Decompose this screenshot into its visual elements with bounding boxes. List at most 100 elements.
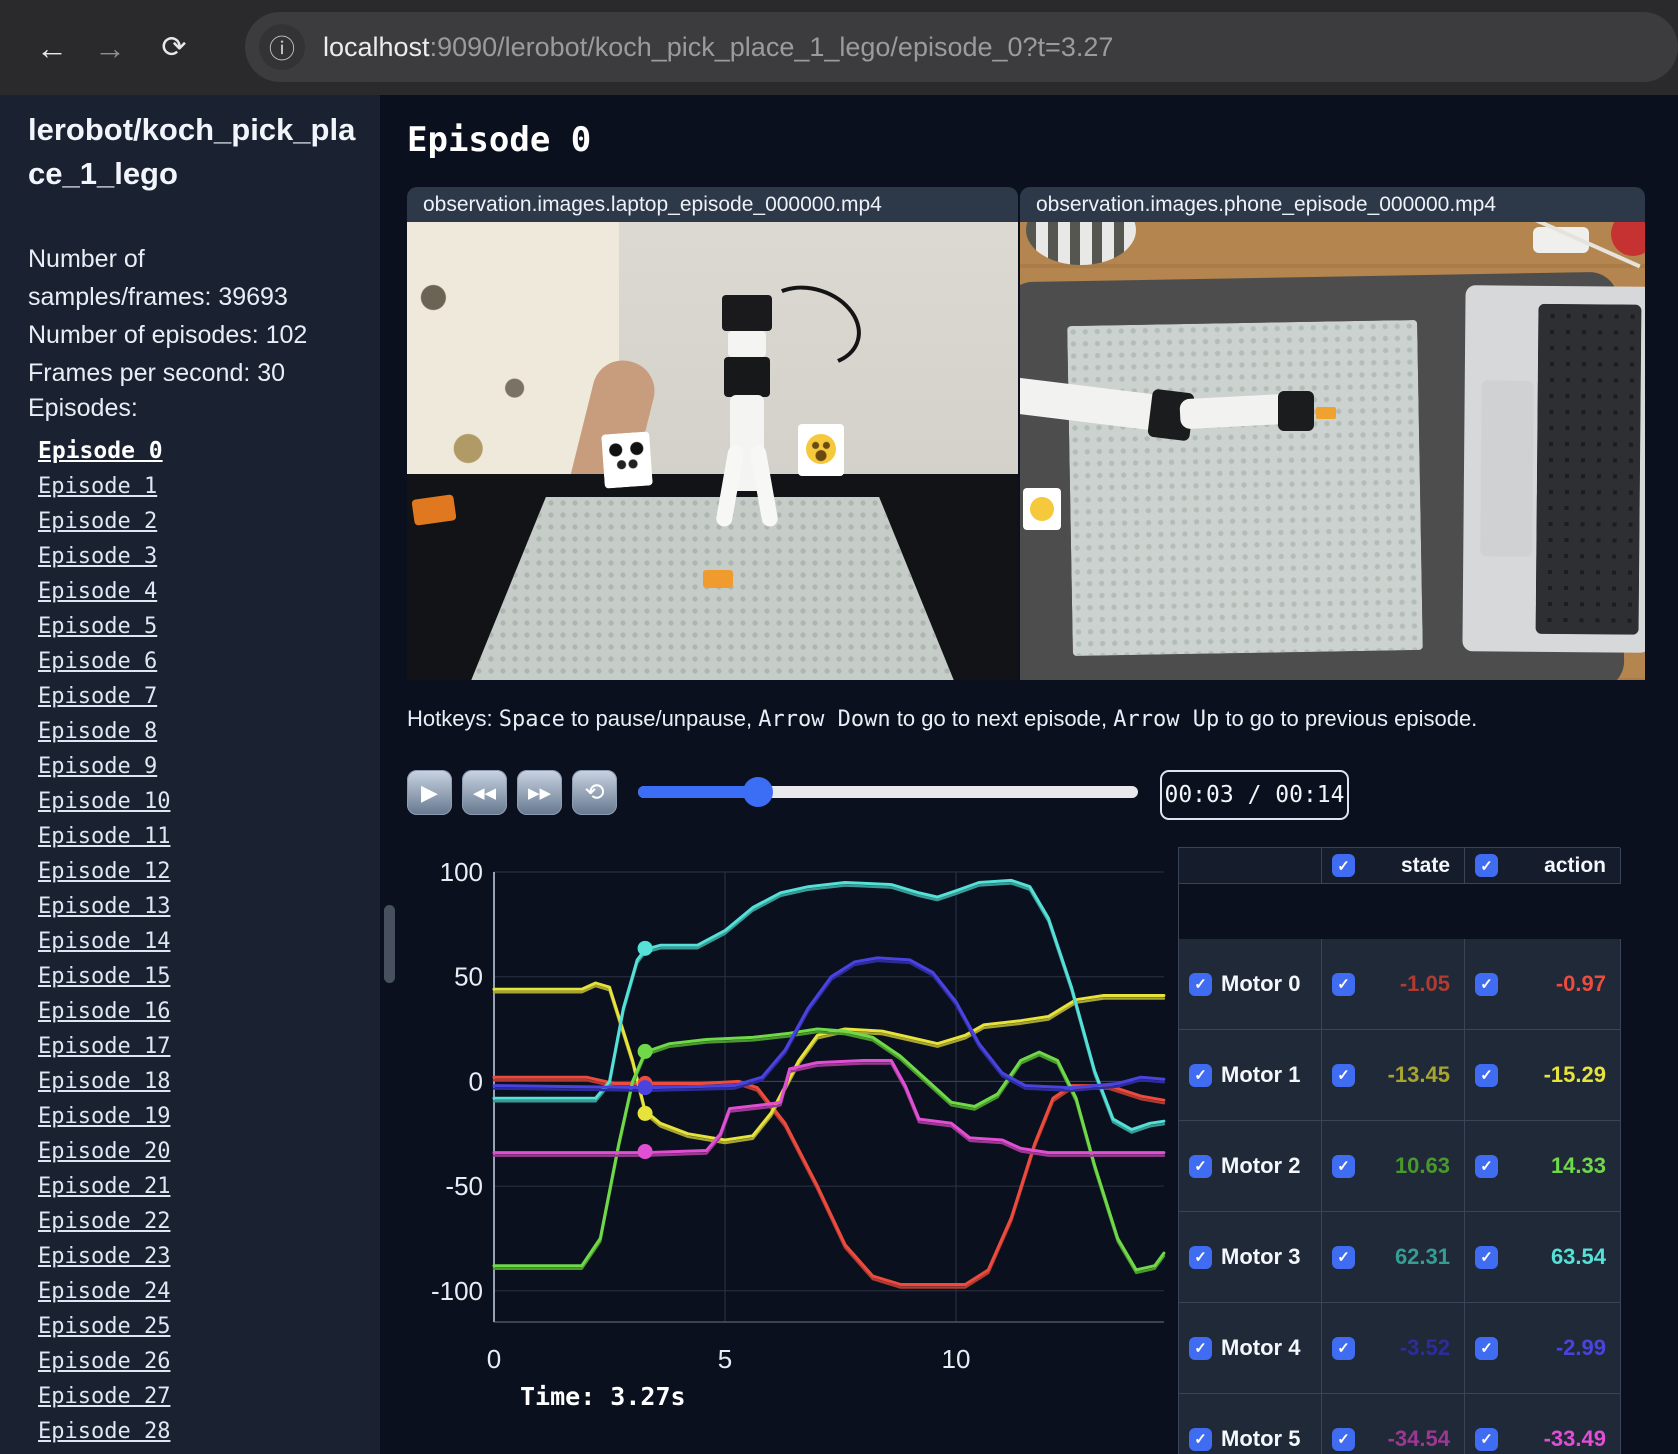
state-value: -1.05 xyxy=(1399,971,1450,996)
robot-camera xyxy=(722,295,773,332)
current-time-label: Time: 3.27s xyxy=(520,1382,686,1411)
svg-text:-100: -100 xyxy=(431,1276,483,1306)
sidebar-item-episode-28[interactable]: Episode 28 xyxy=(38,1414,338,1449)
video-title-phone: observation.images.phone_episode_000000.… xyxy=(1020,187,1645,222)
sidebar-item-episode-27[interactable]: Episode 27 xyxy=(38,1379,338,1414)
motors-table: ✓ state ✓ action ✓ Motor 0 ✓ -1.05 ✓ -0.97 ✓ Motor … xyxy=(1178,847,1621,1454)
sidebar-item-episode-6[interactable]: Episode 6 xyxy=(38,644,338,679)
svg-text:10: 10 xyxy=(942,1344,971,1374)
forward-icon[interactable]: → xyxy=(88,26,132,70)
sidebar-item-episode-12[interactable]: Episode 12 xyxy=(38,854,338,889)
action-column-checkbox[interactable]: ✓ xyxy=(1475,854,1498,877)
motor-2-state-cell: ✓ 10.63 xyxy=(1322,1121,1465,1212)
column-header-state: ✓ state xyxy=(1322,848,1465,884)
sidebar-item-episode-1[interactable]: Episode 1 xyxy=(38,469,338,504)
motor-3-state-cell: ✓ 62.31 xyxy=(1322,1212,1465,1303)
sidebar-item-episode-20[interactable]: Episode 20 xyxy=(38,1134,338,1169)
smiley-card-top xyxy=(1023,487,1062,530)
sidebar-item-episode-13[interactable]: Episode 13 xyxy=(38,889,338,924)
loop-button[interactable]: ⟲ xyxy=(572,770,617,815)
hotkeys-prefix: Hotkeys: xyxy=(407,706,499,731)
chart-canvas: 100 50 0 -50 -100 0 5 10 xyxy=(431,857,1166,1374)
sidebar-item-episode-21[interactable]: Episode 21 xyxy=(38,1169,338,1204)
sidebar-item-episode-16[interactable]: Episode 16 xyxy=(38,994,338,1029)
motor-4-checkbox[interactable]: ✓ xyxy=(1189,1336,1212,1360)
motor-1-action-checkbox[interactable]: ✓ xyxy=(1475,1063,1498,1087)
sidebar-item-episode-7[interactable]: Episode 7 xyxy=(38,679,338,714)
robot-motor xyxy=(724,357,771,398)
sidebar-item-episode-23[interactable]: Episode 23 xyxy=(38,1239,338,1274)
svg-text:50: 50 xyxy=(454,962,483,992)
sidebar-item-episode-18[interactable]: Episode 18 xyxy=(38,1064,338,1099)
sidebar-item-episode-0[interactable]: Episode 0 xyxy=(38,434,338,469)
seek-slider[interactable] xyxy=(638,777,1138,807)
reload-icon[interactable]: ⟳ xyxy=(152,26,196,70)
motor-5-checkbox[interactable]: ✓ xyxy=(1189,1427,1212,1451)
sidebar-item-episode-25[interactable]: Episode 25 xyxy=(38,1309,338,1344)
sidebar-item-episode-8[interactable]: Episode 8 xyxy=(38,714,338,749)
dataset-title: lerobot/koch_pick_place_1_lego xyxy=(28,112,356,191)
sidebar-item-episode-24[interactable]: Episode 24 xyxy=(38,1274,338,1309)
motor-4-state-checkbox[interactable]: ✓ xyxy=(1332,1336,1355,1360)
column-label-state: state xyxy=(1400,853,1450,877)
sidebar-item-episode-4[interactable]: Episode 4 xyxy=(38,574,338,609)
motor-3-action-checkbox[interactable]: ✓ xyxy=(1475,1245,1498,1269)
svg-text:0: 0 xyxy=(469,1066,483,1096)
back-icon[interactable]: ← xyxy=(30,26,74,70)
hotkeys-seg2: to go to next episode, xyxy=(890,706,1114,731)
motor-2-state-checkbox[interactable]: ✓ xyxy=(1332,1154,1355,1178)
arm-joint-2 xyxy=(1278,391,1314,432)
motor-1-checkbox[interactable]: ✓ xyxy=(1189,1063,1212,1087)
motor-label: Motor 3 xyxy=(1221,1244,1301,1269)
action-value: 14.33 xyxy=(1550,1153,1606,1178)
sidebar-item-episode-3[interactable]: Episode 3 xyxy=(38,539,338,574)
orange-lego-brick xyxy=(703,570,734,589)
sidebar-item-episode-11[interactable]: Episode 11 xyxy=(38,819,338,854)
laptop xyxy=(1462,285,1645,654)
motor-2-action-checkbox[interactable]: ✓ xyxy=(1475,1154,1498,1178)
video-title-laptop: observation.images.laptop_episode_000000… xyxy=(407,187,1018,222)
motor-4-action-checkbox[interactable]: ✓ xyxy=(1475,1336,1498,1360)
video-panel-phone: observation.images.phone_episode_000000.… xyxy=(1020,187,1645,680)
motor-2-checkbox[interactable]: ✓ xyxy=(1189,1154,1212,1178)
sidebar-item-episode-14[interactable]: Episode 14 xyxy=(38,924,338,959)
motor-chart: 100 50 0 -50 -100 0 5 10 xyxy=(380,840,1178,1454)
sidebar-item-episode-2[interactable]: Episode 2 xyxy=(38,504,338,539)
sidebar-item-episode-17[interactable]: Episode 17 xyxy=(38,1029,338,1064)
rewind-button[interactable]: ◀◀ xyxy=(462,770,507,815)
site-info-icon[interactable]: ⓘ xyxy=(259,24,305,70)
fast-forward-button[interactable]: ▶▶ xyxy=(517,770,562,815)
action-value: -2.99 xyxy=(1555,1335,1606,1360)
sidebar-item-episode-5[interactable]: Episode 5 xyxy=(38,609,338,644)
sidebar-item-episode-22[interactable]: Episode 22 xyxy=(38,1204,338,1239)
motor-0-state-checkbox[interactable]: ✓ xyxy=(1332,972,1355,996)
url-path: :9090/lerobot/koch_pick_place_1_lego/epi… xyxy=(429,31,1114,62)
column-header-action: ✓ action xyxy=(1465,848,1621,884)
motor-1-action-cell: ✓ -15.29 xyxy=(1465,1030,1621,1121)
time-display: 00:03 / 00:14 xyxy=(1160,770,1349,820)
hotkeys-seg3: to go to previous episode. xyxy=(1219,706,1478,731)
motor-row-label: ✓ Motor 5 xyxy=(1179,1394,1322,1454)
play-button[interactable]: ▶ xyxy=(407,770,452,815)
motor-0-action-checkbox[interactable]: ✓ xyxy=(1475,972,1498,996)
sidebar-item-episode-19[interactable]: Episode 19 xyxy=(38,1099,338,1134)
motor-0-checkbox[interactable]: ✓ xyxy=(1189,972,1212,996)
sidebar-item-episode-15[interactable]: Episode 15 xyxy=(38,959,338,994)
motor-5-state-checkbox[interactable]: ✓ xyxy=(1332,1427,1355,1451)
motor-1-state-checkbox[interactable]: ✓ xyxy=(1332,1063,1355,1087)
motor-3-checkbox[interactable]: ✓ xyxy=(1189,1245,1212,1269)
sidebar-item-episode-10[interactable]: Episode 10 xyxy=(38,784,338,819)
motor-1-state-cell: ✓ -13.45 xyxy=(1322,1030,1465,1121)
url-bar[interactable]: ⓘ localhost:9090/lerobot/koch_pick_place… xyxy=(245,12,1678,82)
sidebar-item-episode-9[interactable]: Episode 9 xyxy=(38,749,338,784)
table-corner-cell xyxy=(1179,848,1322,884)
seek-slider-thumb[interactable] xyxy=(743,777,773,807)
sidebar-item-episode-26[interactable]: Episode 26 xyxy=(38,1344,338,1379)
motor-3-state-checkbox[interactable]: ✓ xyxy=(1332,1245,1355,1269)
url-text: localhost:9090/lerobot/koch_pick_place_1… xyxy=(323,32,1113,63)
motor-5-action-checkbox[interactable]: ✓ xyxy=(1475,1427,1498,1451)
phone-video xyxy=(1020,222,1645,680)
motor-row-label: ✓ Motor 2 xyxy=(1179,1121,1322,1212)
state-column-checkbox[interactable]: ✓ xyxy=(1332,854,1355,877)
episode-list: Episode 0 Episode 1 Episode 2 Episode 3 Epis… xyxy=(38,434,338,1449)
